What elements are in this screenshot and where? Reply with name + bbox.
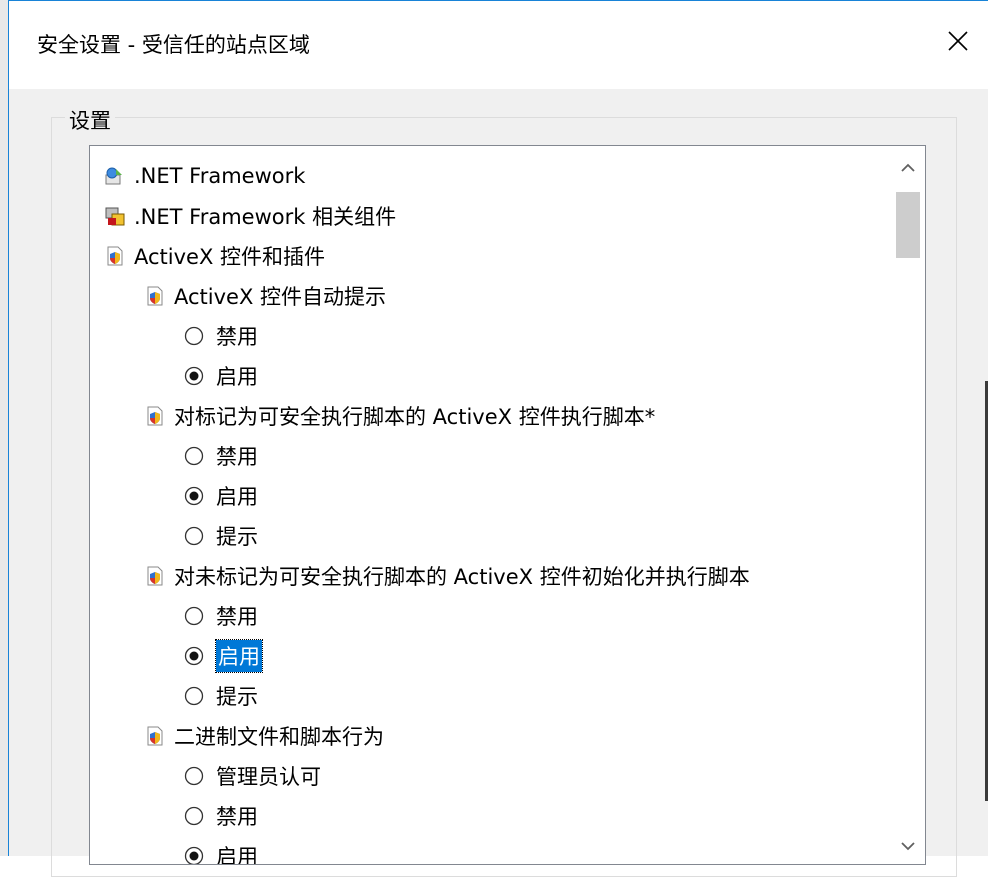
radio-unchecked-icon[interactable] — [184, 526, 204, 546]
setting-label: 对标记为可安全执行脚本的 ActiveX 控件执行脚本* — [174, 405, 656, 429]
radio-option[interactable]: 提示 — [184, 676, 258, 716]
option-label: 提示 — [216, 525, 258, 549]
radio-unchecked-icon[interactable] — [184, 766, 204, 786]
radio-option[interactable]: 启用 — [184, 836, 258, 865]
option-label: 启用 — [216, 485, 258, 509]
radio-option[interactable]: 管理员认可 — [184, 756, 321, 796]
setting-item[interactable]: 对未标记为可安全执行脚本的 ActiveX 控件初始化并执行脚本 — [144, 556, 750, 596]
net-components-icon — [104, 205, 126, 227]
setting-label: 二进制文件和脚本行为 — [174, 725, 384, 749]
category-item[interactable]: ActiveX 控件和插件 — [104, 236, 325, 276]
chevron-down-icon — [901, 842, 915, 851]
option-label: 启用 — [215, 639, 263, 673]
setting-item[interactable]: 二进制文件和脚本行为 — [144, 716, 384, 756]
option-label: 禁用 — [216, 805, 258, 829]
scrollbar-thumb[interactable] — [896, 192, 920, 258]
shield-page-icon — [144, 285, 166, 307]
option-label: 提示 — [216, 685, 258, 709]
radio-checked-icon[interactable] — [184, 646, 204, 666]
radio-checked-icon[interactable] — [184, 366, 204, 386]
setting-label: .NET Framework 相关组件 — [134, 205, 397, 229]
scroll-up-button[interactable] — [891, 150, 925, 186]
scroll-down-button[interactable] — [891, 828, 925, 864]
net-framework-icon — [104, 165, 126, 187]
option-label: 管理员认可 — [216, 765, 321, 789]
option-label: 禁用 — [216, 325, 258, 349]
category-item[interactable]: .NET Framework 相关组件 — [104, 196, 396, 236]
close-button[interactable] — [928, 9, 988, 73]
settings-group-label: 设置 — [65, 105, 115, 135]
radio-checked-icon[interactable] — [184, 486, 204, 506]
radio-option[interactable]: 禁用 — [184, 596, 258, 636]
category-item[interactable]: .NET Framework — [104, 156, 305, 196]
settings-tree-list[interactable]: .NET Framework .NET Framework 相关组件 ActiveX… — [89, 145, 926, 865]
setting-label: .NET Framework — [134, 164, 306, 188]
shield-page-icon — [104, 245, 126, 267]
radio-unchecked-icon[interactable] — [184, 446, 204, 466]
shield-page-icon — [144, 725, 166, 747]
setting-label: ActiveX 控件自动提示 — [174, 285, 387, 309]
radio-option[interactable]: 启用 — [184, 636, 263, 676]
shield-page-icon — [144, 405, 166, 427]
option-label: 禁用 — [216, 445, 258, 469]
chevron-up-icon — [901, 163, 915, 172]
shield-page-icon — [144, 565, 166, 587]
background-window — [0, 0, 8, 856]
radio-option[interactable]: 禁用 — [184, 436, 258, 476]
radio-unchecked-icon[interactable] — [184, 806, 204, 826]
setting-label: ActiveX 控件和插件 — [134, 245, 326, 269]
radio-option[interactable]: 提示 — [184, 516, 258, 556]
radio-unchecked-icon[interactable] — [184, 326, 204, 346]
option-label: 启用 — [216, 845, 258, 865]
radio-unchecked-icon[interactable] — [184, 686, 204, 706]
dialog-title: 安全设置 - 受信任的站点区域 — [37, 33, 310, 57]
title-bar: 安全设置 - 受信任的站点区域 — [9, 1, 988, 89]
setting-item[interactable]: ActiveX 控件自动提示 — [144, 276, 386, 316]
radio-option[interactable]: 禁用 — [184, 796, 258, 836]
option-label: 启用 — [216, 365, 258, 389]
security-settings-dialog: 安全设置 - 受信任的站点区域 设置 .NET Framework .NET Fr… — [8, 0, 988, 877]
radio-option[interactable]: 启用 — [184, 356, 258, 396]
vertical-scrollbar[interactable] — [891, 146, 925, 864]
close-icon — [948, 31, 968, 51]
option-label: 禁用 — [216, 605, 258, 629]
radio-option[interactable]: 禁用 — [184, 316, 258, 356]
radio-unchecked-icon[interactable] — [184, 606, 204, 626]
radio-option[interactable]: 启用 — [184, 476, 258, 516]
setting-label: 对未标记为可安全执行脚本的 ActiveX 控件初始化并执行脚本 — [174, 565, 750, 589]
setting-item[interactable]: 对标记为可安全执行脚本的 ActiveX 控件执行脚本* — [144, 396, 655, 436]
